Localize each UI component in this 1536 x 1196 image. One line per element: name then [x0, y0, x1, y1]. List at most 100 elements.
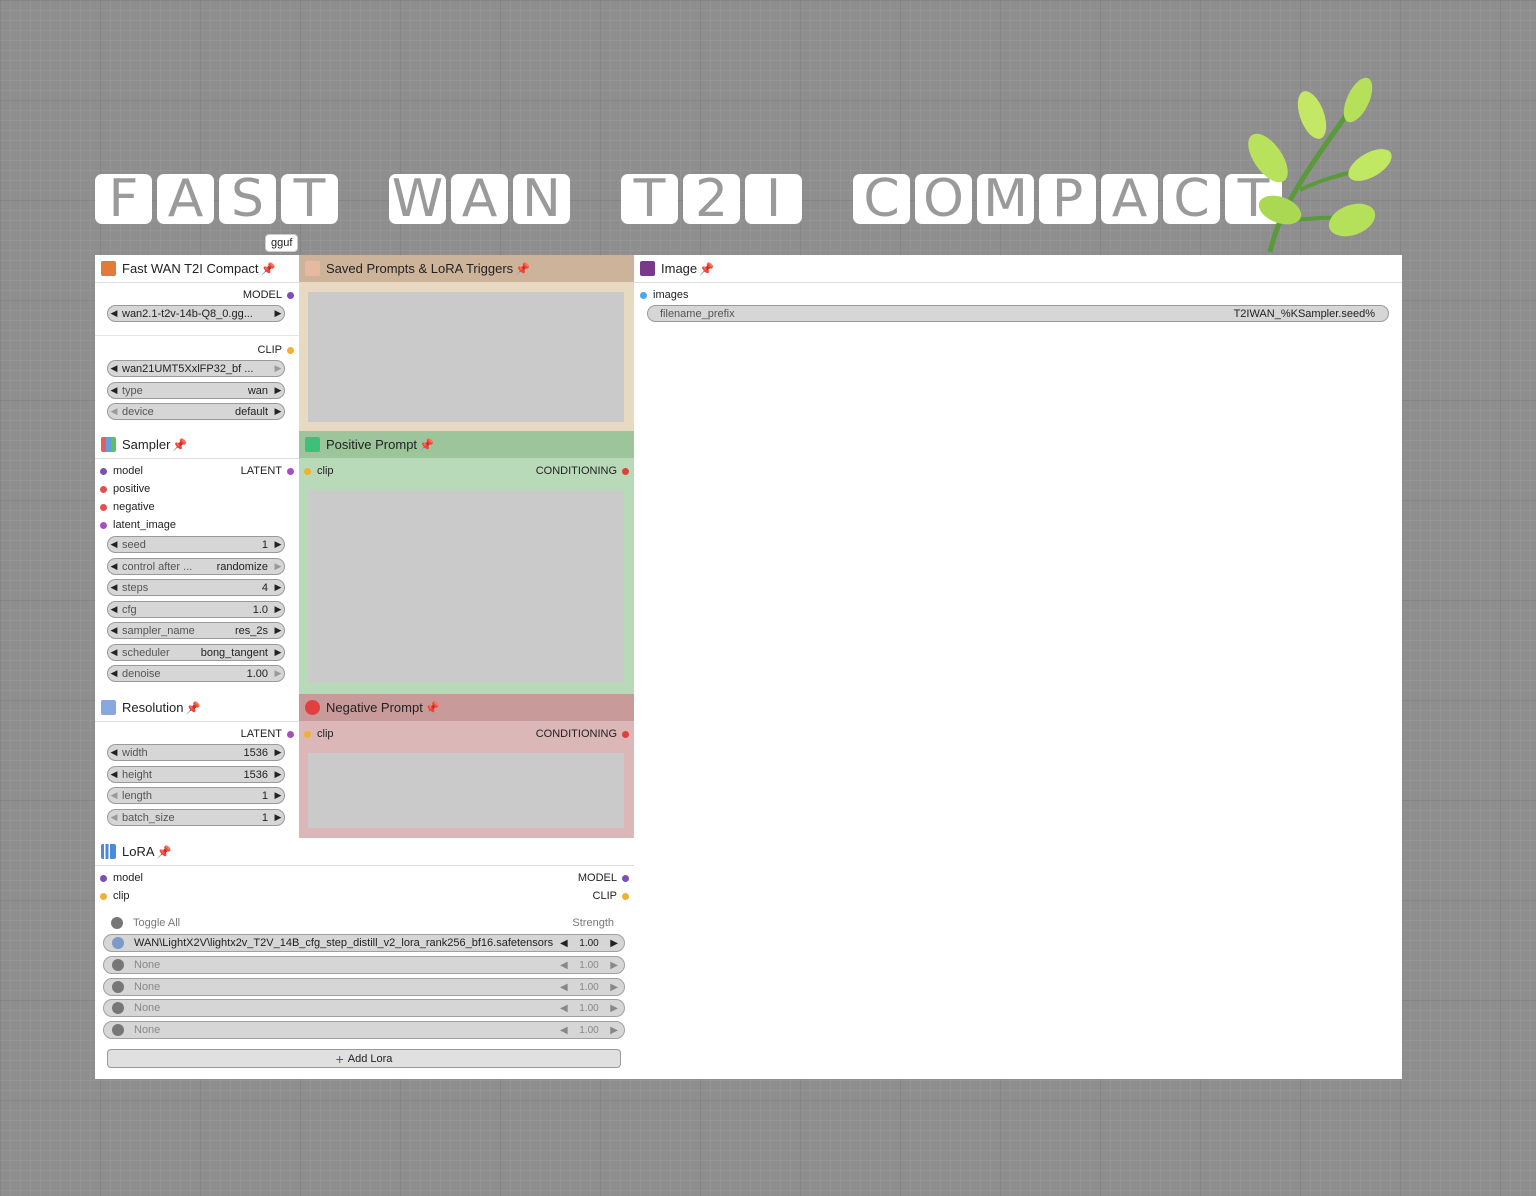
arrow-left-icon[interactable]: ◀	[108, 604, 120, 615]
filename-prefix-field[interactable]: filename_prefix T2IWAN_%KSampler.seed%	[647, 305, 1389, 322]
control-after-widget[interactable]: ◀ control after ... randomize ▶	[107, 558, 285, 575]
saved-prompts-textarea[interactable]	[308, 292, 624, 422]
latent-socket-icon[interactable]	[100, 521, 107, 529]
pin-icon[interactable]: 📌	[172, 438, 187, 452]
arrow-left-icon[interactable]: ◀	[108, 812, 120, 823]
lora-strength[interactable]: 1.00	[579, 1025, 598, 1036]
arrow-right-icon[interactable]: ▶	[272, 812, 284, 823]
output-clip[interactable]: CLIP	[593, 887, 629, 905]
arrow-left-icon[interactable]: ◀	[108, 790, 120, 801]
arrow-left-icon[interactable]: ◀	[108, 625, 120, 636]
lora-row[interactable]: None ◀ 1.00 ▶	[103, 956, 625, 974]
input-clip[interactable]: clip	[100, 887, 130, 905]
arrow-right-icon[interactable]: ▶	[610, 1003, 618, 1014]
arrow-left-icon[interactable]: ◀	[108, 363, 120, 374]
lora-name[interactable]: None	[134, 1024, 560, 1036]
arrow-right-icon[interactable]: ▶	[272, 308, 284, 319]
pin-icon[interactable]: 📌	[425, 701, 440, 715]
input-clip[interactable]: clip	[304, 462, 334, 480]
arrow-left-icon[interactable]: ◀	[108, 747, 120, 758]
output-conditioning[interactable]: CONDITIONING	[536, 462, 629, 480]
output-model[interactable]: MODEL	[578, 869, 629, 887]
arrow-left-icon[interactable]: ◀	[108, 308, 120, 319]
negative-prompt-textarea[interactable]	[308, 753, 624, 828]
model-socket-icon[interactable]	[622, 874, 629, 882]
lora-name[interactable]: None	[134, 1002, 560, 1014]
pin-icon[interactable]: 📌	[157, 845, 172, 859]
conditioning-socket-icon[interactable]	[622, 730, 629, 738]
model-socket-icon[interactable]	[100, 874, 107, 882]
steps-widget[interactable]: ◀ steps 4 ▶	[107, 579, 285, 596]
arrow-right-icon[interactable]: ▶	[610, 938, 618, 949]
lora-name[interactable]: None	[134, 981, 560, 993]
device-select[interactable]: ◀ device default ▶	[107, 403, 285, 420]
toggle-icon[interactable]	[111, 917, 123, 929]
arrow-right-icon[interactable]: ▶	[610, 982, 618, 993]
seed-widget[interactable]: ◀ seed 1 ▶	[107, 536, 285, 553]
lora-row[interactable]: None ◀ 1.00 ▶	[103, 978, 625, 996]
arrow-left-icon[interactable]: ◀	[560, 1003, 568, 1014]
clip-select[interactable]: ◀ wan21UMT5XxlFP32_bf ... ▶	[107, 360, 285, 377]
sampler-name-widget[interactable]: ◀ sampler_name res_2s ▶	[107, 622, 285, 639]
arrow-left-icon[interactable]: ◀	[560, 1025, 568, 1036]
arrow-left-icon[interactable]: ◀	[108, 668, 120, 679]
latent-socket-icon[interactable]	[287, 467, 294, 475]
input-negative[interactable]: negative	[100, 498, 155, 516]
arrow-right-icon[interactable]: ▶	[272, 647, 284, 658]
arrow-left-icon[interactable]: ◀	[560, 982, 568, 993]
arrow-right-icon[interactable]: ▶	[272, 747, 284, 758]
clip-socket-icon[interactable]	[100, 892, 107, 900]
sampler-header[interactable]: Sampler 📌	[95, 431, 299, 459]
arrow-left-icon[interactable]: ◀	[108, 582, 120, 593]
arrow-right-icon[interactable]: ▶	[272, 790, 284, 801]
batch-size-widget[interactable]: ◀ batch_size 1 ▶	[107, 809, 285, 826]
pin-icon[interactable]: 📌	[419, 438, 434, 452]
arrow-left-icon[interactable]: ◀	[108, 539, 120, 550]
arrow-left-icon[interactable]: ◀	[108, 406, 120, 417]
pin-icon[interactable]: 📌	[185, 701, 200, 715]
lora-row[interactable]: WAN\LightX2V\lightx2v_T2V_14B_cfg_step_d…	[103, 934, 625, 952]
lora-strength[interactable]: 1.00	[579, 960, 598, 971]
input-latent-image[interactable]: latent_image	[100, 516, 176, 534]
toggle-all[interactable]: Toggle All	[111, 914, 180, 932]
arrow-left-icon[interactable]: ◀	[108, 647, 120, 658]
arrow-right-icon[interactable]: ▶	[272, 363, 284, 374]
arrow-right-icon[interactable]: ▶	[272, 385, 284, 396]
lora-name[interactable]: None	[134, 959, 560, 971]
arrow-right-icon[interactable]: ▶	[272, 625, 284, 636]
model-socket-icon[interactable]	[100, 467, 107, 475]
output-model[interactable]: MODEL	[243, 286, 294, 304]
clip-socket-icon[interactable]	[304, 730, 311, 738]
clip-socket-icon[interactable]	[622, 892, 629, 900]
arrow-left-icon[interactable]: ◀	[108, 769, 120, 780]
arrow-right-icon[interactable]: ▶	[272, 406, 284, 417]
width-widget[interactable]: ◀ width 1536 ▶	[107, 744, 285, 761]
output-clip[interactable]: CLIP	[258, 341, 294, 359]
type-select[interactable]: ◀ type wan ▶	[107, 382, 285, 399]
input-model[interactable]: model	[100, 462, 143, 480]
input-positive[interactable]: positive	[100, 480, 150, 498]
cfg-widget[interactable]: ◀ cfg 1.0 ▶	[107, 601, 285, 618]
toggle-icon[interactable]	[112, 981, 124, 993]
image-header[interactable]: Image 📌	[634, 255, 1402, 283]
arrow-right-icon[interactable]: ▶	[272, 539, 284, 550]
saved-prompts-header[interactable]: Saved Prompts & LoRA Triggers 📌	[299, 255, 634, 282]
scheduler-widget[interactable]: ◀ scheduler bong_tangent ▶	[107, 644, 285, 661]
input-images[interactable]: images	[640, 286, 688, 304]
arrow-right-icon[interactable]: ▶	[610, 960, 618, 971]
arrow-left-icon[interactable]: ◀	[108, 561, 120, 572]
output-latent[interactable]: LATENT	[241, 725, 294, 743]
toggle-icon[interactable]	[112, 1024, 124, 1036]
arrow-right-icon[interactable]: ▶	[610, 1025, 618, 1036]
images-socket-icon[interactable]	[640, 291, 647, 299]
toggle-icon[interactable]	[112, 937, 124, 949]
positive-prompt-textarea[interactable]	[308, 490, 624, 683]
arrow-left-icon[interactable]: ◀	[108, 385, 120, 396]
arrow-right-icon[interactable]: ▶	[272, 604, 284, 615]
output-latent[interactable]: LATENT	[241, 462, 294, 480]
length-widget[interactable]: ◀ length 1 ▶	[107, 787, 285, 804]
positive-socket-icon[interactable]	[100, 485, 107, 493]
lora-row[interactable]: None ◀ 1.00 ▶	[103, 999, 625, 1017]
arrow-left-icon[interactable]: ◀	[560, 938, 568, 949]
lora-strength[interactable]: 1.00	[579, 1003, 598, 1014]
